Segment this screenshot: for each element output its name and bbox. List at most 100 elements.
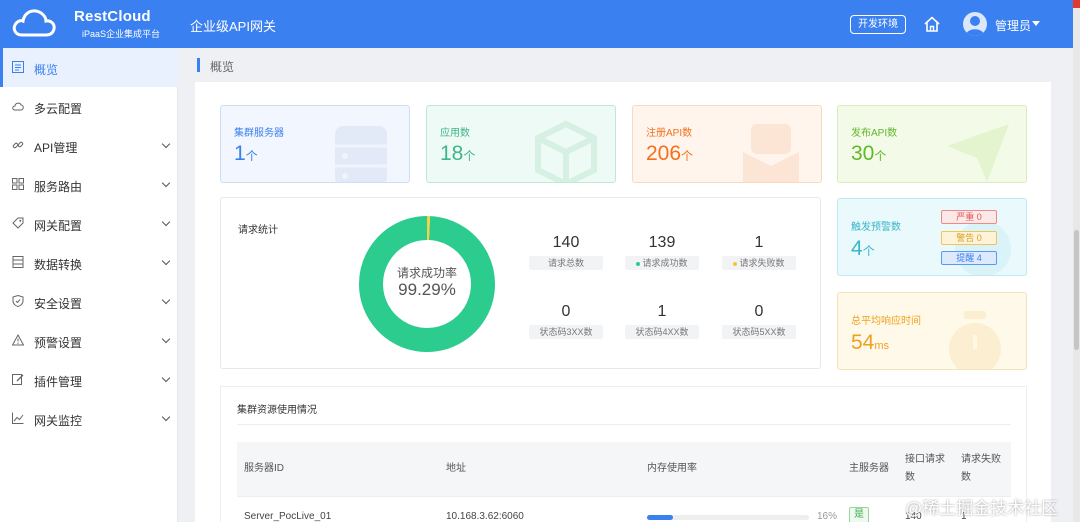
master-badge: 是 [849, 507, 869, 522]
metric-label: 状态码5XX数 [722, 325, 796, 339]
sidebar-item-label: 网关配置 [34, 219, 83, 233]
sidebar-item-label: 预警设置 [34, 336, 83, 350]
avatar[interactable] [963, 12, 987, 36]
sidebar-item-label: 服务路由 [34, 180, 83, 194]
metric-value: 0 [754, 303, 764, 320]
metric-value: 1 [657, 303, 667, 320]
chevron-down-icon [161, 373, 171, 383]
app-title: 企业级API网关 [190, 19, 276, 34]
environment-button[interactable]: 开发环境 [850, 15, 906, 34]
tag-icon [12, 217, 24, 229]
metric-label: 请求失败数 [722, 256, 796, 270]
stat-card-cluster-servers[interactable]: 集群服务器 1个 [220, 105, 410, 183]
cell-server-id: Server_PocLive_01 [244, 511, 332, 522]
memory-progress [647, 515, 809, 520]
sidebar-item-monitoring[interactable]: 网关监控 [0, 399, 178, 438]
sidebar-item-overview[interactable]: 概览 [0, 48, 178, 87]
response-unit: ms [874, 340, 890, 352]
home-icon[interactable] [923, 15, 941, 33]
metric-value: 140 [552, 234, 580, 251]
user-avatar-icon [965, 16, 985, 36]
sidebar-item-label: API管理 [34, 141, 78, 155]
sidebar-item-routing[interactable]: 服务路由 [0, 165, 178, 204]
send-icon [947, 124, 1009, 182]
stat-number: 18 [440, 142, 464, 165]
server-icon [335, 126, 387, 182]
watermark: @稀土掘金技术社区 [905, 499, 1059, 518]
link-icon [12, 141, 24, 149]
chevron-down-icon [161, 412, 171, 422]
stat-number: 1 [234, 142, 246, 165]
user-name[interactable]: 管理员 [995, 17, 1031, 34]
divider [237, 424, 1011, 425]
cluster-title: 集群资源使用情况 [237, 405, 317, 416]
stat-unit: 个 [463, 149, 476, 163]
stat-value: 206个 [646, 142, 693, 166]
dashboard-icon [12, 61, 24, 73]
sidebar-item-data-transform[interactable]: 数据转换 [0, 243, 178, 282]
response-time-card[interactable]: 总平均响应时间 54ms [837, 292, 1027, 370]
sidebar-item-label: 插件管理 [34, 375, 83, 389]
memory-progress-fill [647, 515, 673, 520]
table-row[interactable]: Server_PocLive_01 10.168.3.62:6060 16% 是… [237, 496, 1011, 522]
metric-label: 请求总数 [529, 256, 603, 270]
logo-title: RestCloud [74, 8, 151, 25]
logo-subtitle: iPaaS企业集成平台 [82, 29, 161, 39]
column-header: 地址 [446, 463, 466, 474]
sidebar-item-multicloud[interactable]: 多云配置 [0, 87, 178, 126]
shield-icon [12, 295, 24, 307]
metric-label-text: 状态码5XX数 [732, 327, 786, 337]
stat-label: 集群服务器 [234, 128, 284, 139]
sidebar: 概览 多云配置 API管理 服务路由 网关配置 数据转换 安全设置 预警设置 插… [0, 48, 178, 522]
logo[interactable]: RestCloud iPaaS企业集成平台 [12, 6, 162, 42]
alarm-unit: 个 [862, 244, 875, 258]
breadcrumb-marker [197, 58, 200, 72]
scrollbar[interactable] [1073, 0, 1080, 522]
metric-total-requests: 140 请求总数 [529, 234, 603, 270]
metric-3xx: 0 状态码3XX数 [529, 303, 603, 339]
stat-card-published-api[interactable]: 发布API数 30个 [837, 105, 1027, 183]
sidebar-item-label: 数据转换 [34, 258, 83, 272]
sidebar-item-alert-settings[interactable]: 预警设置 [0, 321, 178, 360]
sidebar-item-api[interactable]: API管理 [0, 126, 178, 165]
stat-card-registered-api[interactable]: 注册API数 206个 [632, 105, 822, 183]
chevron-down-icon [161, 217, 171, 227]
severe-badge[interactable]: 严重 0 [941, 210, 997, 224]
warning-badge[interactable]: 警告 0 [941, 231, 997, 245]
remind-badge[interactable]: 提醒 4 [941, 251, 997, 265]
metric-label: 状态码4XX数 [625, 325, 699, 339]
chevron-down-icon [161, 178, 171, 188]
metric-5xx: 0 状态码5XX数 [722, 303, 796, 339]
metric-value: 139 [648, 234, 676, 251]
chevron-down-icon[interactable] [1032, 21, 1040, 26]
sidebar-item-security[interactable]: 安全设置 [0, 282, 178, 321]
stat-unit: 个 [681, 149, 694, 163]
stat-label: 注册API数 [646, 128, 693, 139]
alarm-label: 触发预警数 [851, 222, 901, 233]
request-stats-panel: 请求统计 请求成功率 99.29% 140 请求总数 139 请求成功数 1 请… [220, 197, 821, 369]
stat-label: 应用数 [440, 128, 470, 139]
metric-success-requests: 139 请求成功数 [625, 234, 699, 270]
column-header: 接口请求数 [905, 454, 945, 483]
donut-label: 请求成功率 [396, 266, 457, 280]
table-icon [12, 256, 24, 268]
stat-card-applications[interactable]: 应用数 18个 [426, 105, 616, 183]
metric-value: 1 [754, 234, 764, 251]
scrollbar-thumb[interactable] [1074, 230, 1079, 350]
metric-label-text: 请求总数 [547, 258, 584, 268]
grid-icon [12, 178, 24, 190]
top-bar: RestCloud iPaaS企业集成平台 企业级API网关 开发环境 管理员 [0, 0, 1080, 48]
stat-unit: 个 [245, 149, 258, 163]
alarm-card[interactable]: 触发预警数 4个 严重 0 警告 0 提醒 4 [837, 198, 1027, 276]
sidebar-item-plugins[interactable]: 插件管理 [0, 360, 178, 399]
stat-value: 18个 [440, 142, 475, 166]
stopwatch-icon [949, 311, 1001, 369]
metric-4xx: 1 状态码4XX数 [625, 303, 699, 339]
metric-value: 0 [561, 303, 571, 320]
sidebar-item-label: 网关监控 [34, 414, 83, 428]
metric-label: 状态码3XX数 [529, 325, 603, 339]
response-label: 总平均响应时间 [851, 316, 921, 327]
chevron-down-icon [161, 256, 171, 266]
sidebar-item-gateway-config[interactable]: 网关配置 [0, 204, 178, 243]
chevron-down-icon [161, 139, 171, 149]
